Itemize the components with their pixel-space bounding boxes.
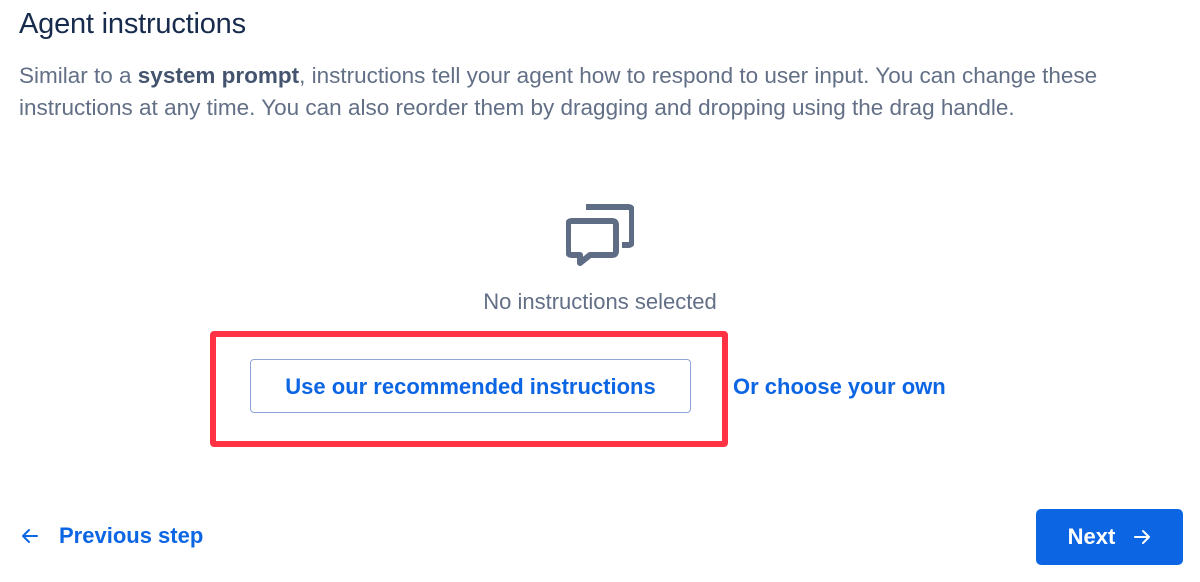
arrow-left-icon: [22, 529, 38, 543]
choose-your-own-link[interactable]: Or choose your own: [733, 374, 946, 400]
empty-state-message: No instructions selected: [483, 289, 717, 314]
next-button[interactable]: Next: [1036, 509, 1183, 565]
arrow-right-icon: [1134, 530, 1151, 544]
previous-step-label: Previous step: [59, 523, 204, 548]
agent-instructions-page: Agent instructions Similar to a system p…: [0, 0, 1200, 582]
next-button-label: Next: [1067, 524, 1116, 549]
page-description: Similar to a system prompt, instructions…: [19, 60, 1194, 124]
use-recommended-instructions-button[interactable]: Use our recommended instructions: [250, 359, 691, 413]
description-bold-term: system prompt: [137, 63, 300, 88]
page-title: Agent instructions: [19, 8, 246, 40]
previous-step-button[interactable]: Previous step: [21, 523, 203, 549]
chat-bubbles-icon: [566, 204, 634, 266]
description-text-start: Similar to a: [19, 63, 138, 88]
